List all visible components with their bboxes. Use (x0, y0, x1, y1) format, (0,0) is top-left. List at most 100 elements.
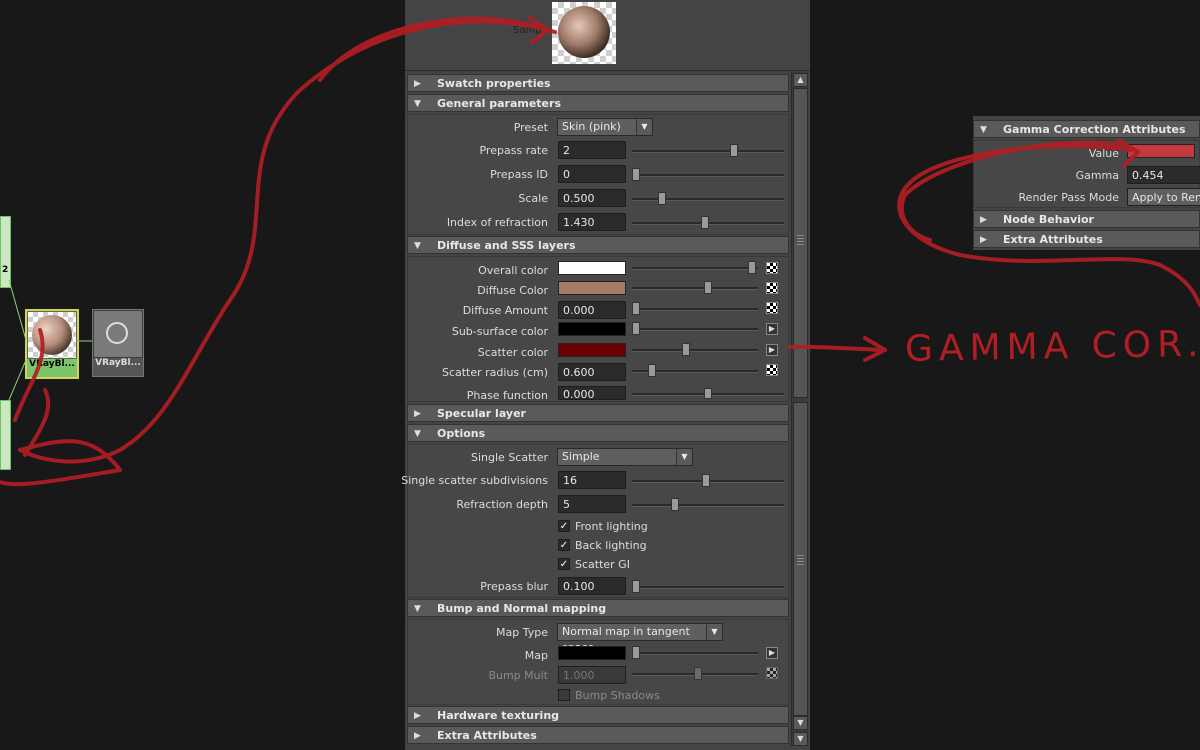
diffuse-color-slider[interactable] (632, 281, 758, 294)
slider-handle[interactable] (632, 168, 640, 181)
vertical-scrollbar[interactable]: ▲ ▼ ▼ (791, 72, 808, 746)
map-button-icon[interactable] (766, 302, 778, 314)
prepass-rate-slider[interactable] (632, 144, 784, 157)
section-gamma-correction[interactable]: ▼ Gamma Correction Attributes (973, 120, 1200, 138)
section-title: Bump and Normal mapping (437, 602, 607, 615)
render-pass-dropdown[interactable]: Apply to Render (1127, 188, 1200, 206)
prepass-blur-field[interactable]: 0.100 (558, 577, 626, 595)
slider-handle[interactable] (648, 364, 656, 377)
slider-handle[interactable] (702, 474, 710, 487)
map-button-icon[interactable] (766, 364, 778, 376)
map-button-icon[interactable] (766, 282, 778, 294)
slider-handle[interactable] (671, 498, 679, 511)
section-title: Extra Attributes (1003, 233, 1103, 246)
scatter-radius-slider[interactable] (632, 364, 758, 377)
bump-mult-label: Bump Mult (488, 669, 548, 682)
scatter-color-slider[interactable] (632, 343, 758, 356)
scatter-color-swatch[interactable] (558, 343, 626, 357)
map-color-swatch[interactable] (558, 646, 626, 660)
single-scatter-dropdown[interactable]: Simple ▼ (557, 448, 693, 466)
prepass-blur-slider[interactable] (632, 580, 784, 593)
refraction-depth-slider[interactable] (632, 498, 784, 511)
subdivisions-slider[interactable] (632, 474, 784, 487)
section-extra-attributes[interactable]: ▶ Extra Attributes (407, 726, 789, 744)
section-specular-layer[interactable]: ▶ Specular layer (407, 404, 789, 422)
scroll-up-icon[interactable]: ▲ (793, 73, 808, 87)
overall-color-swatch[interactable] (558, 261, 626, 275)
scale-slider[interactable] (632, 192, 784, 205)
scrollbar-thumb-lower[interactable] (793, 402, 808, 716)
node-connections (8, 279, 92, 401)
slider-handle[interactable] (632, 580, 640, 593)
sss-color-slider[interactable] (632, 322, 758, 335)
checkmark-icon[interactable]: ✓ (558, 539, 570, 551)
scrollbar-thumb[interactable] (793, 88, 808, 398)
phase-function-slider[interactable] (632, 388, 784, 399)
collapse-arrow-icon: ▼ (414, 99, 421, 109)
scale-field[interactable]: 0.500 (558, 189, 626, 207)
map-slider[interactable] (632, 646, 758, 659)
gamma-field[interactable]: 0.454 (1127, 166, 1200, 184)
connected-map-icon[interactable]: ▶ (766, 323, 778, 335)
slider-handle[interactable] (632, 302, 640, 315)
slider-handle[interactable] (632, 322, 640, 335)
expand-arrow-icon: ▶ (980, 235, 987, 245)
sample-swatch[interactable] (552, 2, 616, 64)
node-ports[interactable] (93, 369, 143, 376)
expand-arrow-icon: ▶ (414, 409, 421, 419)
preset-row: Preset Skin (pink) ▼ (408, 118, 788, 138)
scatter-radius-field[interactable]: 0.600 (558, 363, 626, 381)
map-type-dropdown[interactable]: Normal map in tangent space ▼ (557, 623, 723, 654)
preset-dropdown[interactable]: Skin (pink) ▼ (557, 118, 653, 136)
prepass-id-slider[interactable] (632, 168, 784, 181)
ior-field[interactable]: 1.430 (558, 213, 626, 231)
map-button-icon[interactable] (766, 262, 778, 274)
scatter-radius-row: Scatter radius (cm) 0.600 (408, 363, 788, 383)
scroll-down-icon[interactable]: ▼ (793, 732, 808, 746)
slider-handle[interactable] (701, 216, 709, 229)
section-hardware-texturing[interactable]: ▶ Hardware texturing (407, 706, 789, 724)
section-bump-normal[interactable]: ▼ Bump and Normal mapping (407, 599, 789, 617)
section-extra-attributes-right[interactable]: ▶ Extra Attributes (973, 230, 1200, 248)
value-color-swatch[interactable] (1127, 144, 1195, 158)
section-swatch-properties[interactable]: ▶ Swatch properties (407, 74, 789, 92)
section-node-behavior[interactable]: ▶ Node Behavior (973, 210, 1200, 228)
options-panel: Single Scatter Simple ▼ Single scatter s… (401, 444, 789, 598)
connected-map-icon[interactable]: ▶ (766, 647, 778, 659)
diffuse-amount-row: Diffuse Amount 0.000 (408, 301, 788, 321)
single-scatter-row: Single Scatter Simple ▼ (408, 448, 788, 468)
section-options[interactable]: ▼ Options (407, 424, 789, 442)
slider-handle[interactable] (682, 343, 690, 356)
refraction-depth-field[interactable]: 5 (558, 495, 626, 513)
slider-handle[interactable] (748, 261, 756, 274)
slider-handle[interactable] (730, 144, 738, 157)
slider-handle[interactable] (704, 281, 712, 294)
checkmark-icon[interactable]: ✓ (558, 558, 570, 570)
diffuse-amount-slider[interactable] (632, 302, 758, 315)
slider-handle[interactable] (632, 646, 640, 659)
expand-arrow-icon: ▶ (980, 215, 987, 225)
connected-map-icon[interactable]: ▶ (766, 344, 778, 356)
section-general-parameters[interactable]: ▼ General parameters (407, 94, 789, 112)
gamma-correction-panel: ▼ Gamma Correction Attributes Value Gamm… (973, 116, 1200, 250)
ior-slider[interactable] (632, 216, 784, 229)
gamma-row: Gamma 0.454 (974, 166, 1200, 186)
phase-function-row: Phase function 0.000 (408, 386, 788, 406)
refraction-depth-row: Refraction depth 5 (408, 495, 788, 515)
slider-handle[interactable] (704, 388, 712, 399)
checkmark-icon[interactable]: ✓ (558, 520, 570, 532)
scroll-down-icon[interactable]: ▼ (793, 716, 808, 730)
sss-color-swatch[interactable] (558, 322, 626, 336)
bump-mult-slider (632, 667, 758, 680)
prepass-rate-field[interactable]: 2 (558, 141, 626, 159)
subdivisions-field[interactable]: 16 (558, 471, 626, 489)
overall-color-slider[interactable] (632, 261, 758, 274)
diffuse-color-swatch[interactable] (558, 281, 626, 295)
prepass-id-field[interactable]: 0 (558, 165, 626, 183)
section-diffuse-sss[interactable]: ▼ Diffuse and SSS layers (407, 236, 789, 254)
diffuse-amount-field[interactable]: 0.000 (558, 301, 626, 319)
phase-function-field[interactable]: 0.000 (558, 386, 626, 401)
scale-row: Scale 0.500 (408, 189, 788, 209)
phase-function-label: Phase function (466, 389, 548, 402)
slider-handle[interactable] (658, 192, 666, 205)
